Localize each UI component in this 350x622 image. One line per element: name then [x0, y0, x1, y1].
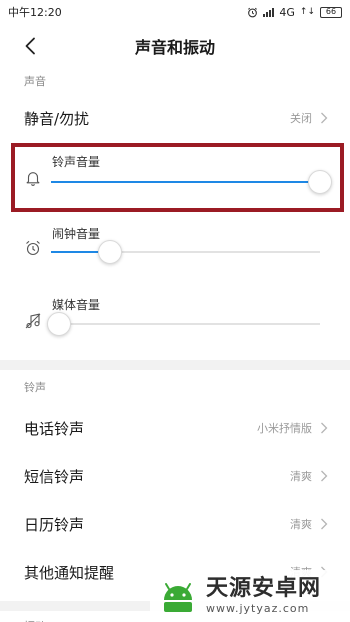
media-volume-slider[interactable]	[47, 312, 320, 336]
watermark: 天源安卓网 www.jytyaz.com	[150, 570, 350, 622]
back-arrow-icon	[25, 37, 35, 55]
silent-mode-row[interactable]: 静音/勿扰 关闭	[0, 94, 350, 142]
ringtone-row-label: 其他通知提醒	[24, 563, 115, 582]
alarm-volume-row: 闹钟音量	[0, 213, 350, 284]
status-bar: 中午12:20 4G ↑↓ 66	[0, 0, 350, 24]
ringtone-row-sms[interactable]: 短信铃声 清爽	[0, 452, 350, 500]
page-title: 声音和振动	[134, 38, 215, 57]
signal-icon	[263, 7, 275, 17]
ringtone-volume-thumb[interactable]	[308, 170, 332, 194]
ringtone-row-label: 短信铃声	[24, 467, 85, 486]
music-note-icon	[25, 313, 41, 329]
ringtone-row-calendar[interactable]: 日历铃声 清爽	[0, 500, 350, 548]
status-time: 中午12:20	[8, 6, 62, 19]
alarm-clock-icon	[26, 240, 40, 256]
ringtone-row-value: 清爽	[290, 518, 312, 531]
chevron-right-icon	[321, 470, 328, 482]
ringtone-volume-slider[interactable]	[51, 170, 332, 194]
silent-mode-label: 静音/勿扰	[24, 109, 90, 128]
ringtone-row-value-group: 清爽	[290, 468, 328, 484]
battery-level: 66	[325, 7, 337, 16]
ringtone-row-label: 日历铃声	[24, 515, 85, 534]
media-volume-label: 媒体音量	[52, 298, 101, 312]
android-logo-icon	[164, 583, 192, 612]
page-header: 声音和振动	[0, 24, 350, 68]
chevron-right-icon	[321, 518, 328, 530]
back-button[interactable]	[18, 34, 42, 58]
ringtone-row-value: 清爽	[290, 470, 312, 483]
bell-icon	[26, 172, 40, 186]
chevron-right-icon	[321, 422, 328, 434]
silent-mode-value-group: 关闭	[290, 110, 328, 126]
alarm-volume-label: 闹钟音量	[52, 227, 101, 241]
section-divider	[0, 360, 350, 370]
section-label-sound: 声音	[24, 75, 46, 88]
ringtone-row-value-group: 小米抒情版	[257, 420, 328, 436]
silent-mode-value: 关闭	[290, 112, 312, 125]
ringtone-row-label: 电话铃声	[24, 419, 85, 438]
dual-signal-icon: ↑↓	[299, 7, 315, 17]
ringtone-volume-label: 铃声音量	[52, 155, 101, 169]
watermark-text: 天源安卓网 www.jytyaz.com	[206, 576, 322, 615]
ringtone-row-phone[interactable]: 电话铃声 小米抒情版	[0, 404, 350, 452]
ringtone-list: 电话铃声 小米抒情版 短信铃声 清爽 日历铃声 清爽 其他通知提醒 清爽	[0, 404, 350, 596]
media-volume-row: 媒体音量	[0, 284, 350, 355]
watermark-name: 天源安卓网	[206, 576, 322, 602]
alarm-volume-thumb[interactable]	[98, 240, 123, 264]
ringtone-volume-fill	[51, 181, 320, 183]
alarm-status-icon	[248, 7, 258, 17]
network-type: 4G	[279, 5, 295, 19]
status-icons: 4G ↑↓ 66	[247, 6, 342, 19]
ringtone-row-value: 小米抒情版	[257, 422, 312, 435]
ringtone-volume-row: 铃声音量	[0, 142, 350, 213]
media-volume-thumb[interactable]	[47, 312, 72, 336]
chevron-right-icon	[321, 112, 328, 124]
watermark-url: www.jytyaz.com	[206, 601, 310, 615]
battery-icon: 66	[320, 6, 342, 18]
ringtone-row-value-group: 清爽	[290, 516, 328, 532]
section-label-ringtone: 铃声	[24, 381, 46, 394]
alarm-volume-slider[interactable]	[51, 240, 320, 264]
